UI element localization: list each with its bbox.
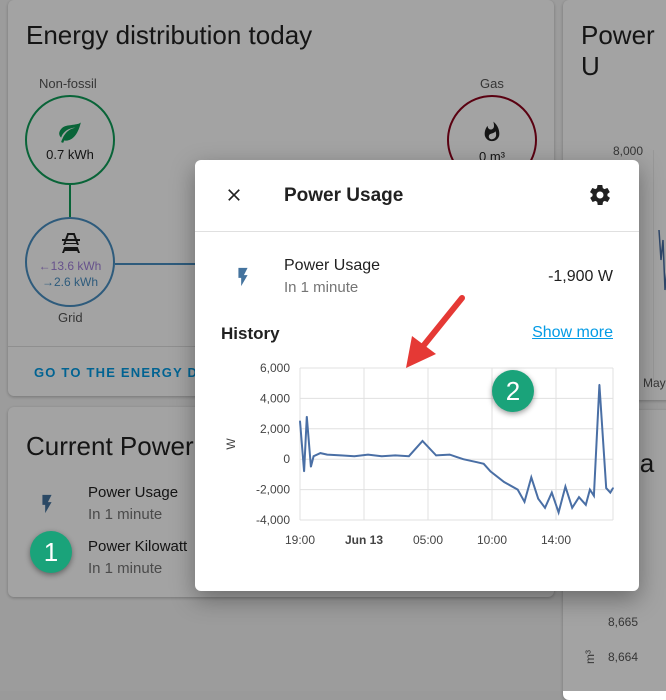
- data-point: [578, 496, 580, 498]
- data-point: [353, 455, 356, 457]
- data-point: [612, 487, 614, 489]
- data-point: [455, 456, 458, 458]
- annotation-badge-1: 1: [30, 531, 72, 573]
- entity-state-value: -1,900 W: [548, 268, 613, 285]
- data-point: [310, 466, 312, 468]
- data-point: [303, 470, 305, 473]
- close-icon: [228, 189, 240, 201]
- data-point: [421, 440, 424, 442]
- y-tick-label: -2,000: [256, 483, 290, 497]
- series-line: [299, 384, 614, 516]
- show-more-link[interactable]: Show more: [532, 324, 613, 342]
- data-point: [476, 461, 478, 464]
- data-point: [489, 470, 492, 473]
- data-point: [516, 488, 519, 491]
- dialog-title: Power Usage: [284, 185, 404, 206]
- y-tick-label: 2,000: [260, 422, 290, 436]
- data-point: [394, 454, 397, 457]
- data-point: [408, 455, 410, 457]
- data-point: [564, 485, 567, 488]
- annotation-badge-2: 2: [492, 370, 534, 412]
- history-heading: History: [221, 324, 280, 343]
- data-point: [589, 488, 591, 491]
- data-point: [537, 497, 539, 500]
- data-point: [503, 481, 505, 483]
- data-point: [380, 455, 383, 457]
- data-point: [482, 462, 485, 465]
- data-point: [609, 491, 612, 494]
- data-point: [550, 491, 553, 494]
- flash-icon: [238, 267, 248, 287]
- data-point: [571, 507, 573, 509]
- data-point: [593, 494, 595, 497]
- x-tick-label: 05:00: [413, 533, 443, 547]
- data-point: [557, 511, 560, 514]
- x-tick-label: 19:00: [285, 533, 315, 547]
- data-point: [299, 420, 301, 422]
- y-axis-label: W: [224, 438, 238, 450]
- data-point: [523, 500, 526, 503]
- data-point: [340, 454, 342, 457]
- entity-last-changed: In 1 minute: [284, 279, 359, 296]
- close-button[interactable]: [218, 179, 250, 211]
- dialog-header-divider: [195, 231, 639, 232]
- x-tick-label: 14:00: [541, 533, 571, 547]
- y-tick-label: 6,000: [260, 361, 290, 375]
- data-point: [462, 458, 465, 460]
- x-tick-label: 10:00: [477, 533, 507, 547]
- data-point: [306, 415, 308, 418]
- entity-name: Power Usage: [284, 257, 381, 274]
- y-tick-label: -4,000: [256, 513, 290, 527]
- data-point: [435, 454, 437, 457]
- y-tick-label: 0: [283, 452, 290, 466]
- x-tick-label: Jun 13: [345, 533, 383, 547]
- annotation-arrow: [406, 295, 465, 368]
- settings-button[interactable]: [584, 179, 616, 211]
- data-point: [312, 455, 315, 457]
- data-point: [598, 383, 601, 386]
- data-point: [448, 453, 451, 456]
- data-point: [584, 504, 587, 506]
- data-point: [319, 452, 322, 454]
- data-point: [326, 453, 329, 456]
- gear-icon: [590, 185, 610, 205]
- data-point: [544, 507, 546, 509]
- data-point: [367, 453, 369, 456]
- data-point: [605, 487, 607, 489]
- history-chart[interactable]: 6,000 4,000 2,000 0 -2,000 -4,000 19:00 Jun 13 0…: [205, 356, 625, 556]
- y-tick-label: 4,000: [260, 391, 290, 405]
- data-point: [530, 476, 533, 479]
